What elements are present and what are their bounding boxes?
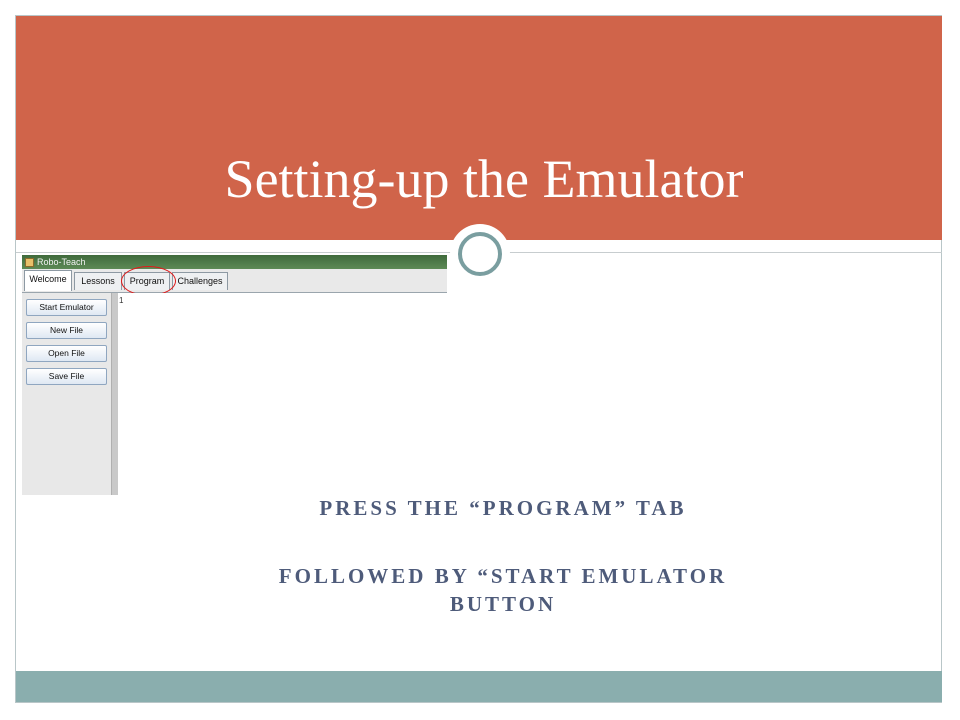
ring-icon [458, 232, 502, 276]
open-file-button[interactable]: Open File [26, 345, 107, 362]
embedded-app-screenshot: Robo-Teach Welcome Lessons Program Chall… [22, 255, 447, 495]
tab-challenges[interactable]: Challenges [172, 272, 228, 290]
tab-welcome[interactable]: Welcome [24, 270, 72, 291]
editor-line-number: 1 [119, 296, 124, 305]
app-titlebar: Robo-Teach [22, 255, 447, 269]
app-window-title: Robo-Teach [37, 257, 86, 267]
instruction-line-2: FOLLOWED BY “START EMULATOR [278, 564, 728, 588]
instruction-line-3: BUTTON [449, 592, 557, 616]
editor-gutter [112, 293, 118, 495]
slide-title: Setting-up the Emulator [224, 149, 744, 209]
instruction-text: PRESS THE “PROGRAM” TAB FOLLOWED BY “STA… [205, 494, 801, 618]
instruction-line-1: PRESS THE “PROGRAM” TAB [319, 496, 687, 520]
app-icon [25, 257, 34, 267]
save-file-button[interactable]: Save File [26, 368, 107, 385]
app-side-panel: Start Emulator New File Open File Save F… [22, 293, 112, 495]
code-editor[interactable] [126, 293, 447, 495]
start-emulator-button[interactable]: Start Emulator [26, 299, 107, 316]
circle-ornament [450, 224, 510, 284]
app-tab-strip: Welcome Lessons Program Challenges [22, 266, 447, 296]
new-file-button[interactable]: New File [26, 322, 107, 339]
tab-lessons[interactable]: Lessons [74, 272, 122, 290]
footer-band [16, 671, 942, 702]
red-highlight-circle [121, 266, 176, 296]
